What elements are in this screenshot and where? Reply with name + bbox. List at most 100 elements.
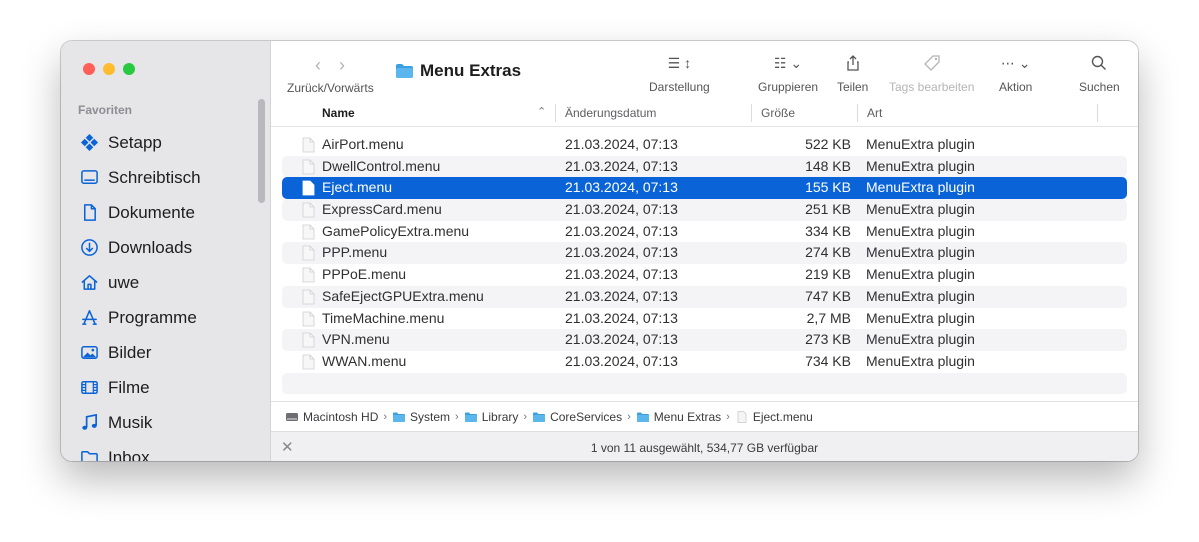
close-window-button[interactable] [83, 63, 95, 75]
disk-icon [285, 411, 303, 423]
home-icon [79, 273, 99, 293]
search-label: Suchen [1079, 80, 1120, 94]
column-divider[interactable] [857, 104, 858, 122]
grid-icon: ☷ ⌄ [773, 54, 803, 71]
sidebar-item-filme[interactable]: Filme [79, 370, 201, 405]
column-divider[interactable] [1097, 104, 1098, 122]
sidebar-item-programme[interactable]: Programme [79, 300, 201, 335]
file-row[interactable]: VPN.menu 21.03.2024, 07:13 273 KB MenuExtra… [282, 329, 1127, 351]
action-button[interactable]: ⋯ ⌄ Aktion [999, 51, 1033, 95]
tags-label: Tags bearbeiten [889, 80, 975, 94]
file-row[interactable]: Eject.menu 21.03.2024, 07:13 155 KB MenuExt… [282, 177, 1127, 200]
file-row[interactable]: GamePolicyExtra.menu 21.03.2024, 07:13 334… [282, 221, 1127, 243]
document-icon [79, 203, 99, 223]
file-size: 747 KB [805, 287, 851, 304]
file-icon [302, 224, 315, 240]
file-row[interactable]: WWAN.menu 21.03.2024, 07:13 734 KB MenuExtr… [282, 351, 1127, 373]
sidebar-item-inbox[interactable]: Inbox [79, 440, 201, 461]
path-item-label: CoreServices [550, 409, 623, 424]
folder-icon [636, 411, 654, 423]
file-kind: MenuExtra plugin [866, 266, 975, 283]
file-icon [302, 289, 315, 305]
sidebar-item-setapp[interactable]: Setapp [79, 125, 201, 160]
path-item[interactable]: System [392, 410, 450, 424]
sidebar-item-label: Bilder [108, 342, 152, 362]
sidebar-item-label: Filme [108, 377, 150, 397]
sort-ascending-icon[interactable]: ⌃ [537, 105, 546, 118]
path-bar: Macintosh HD › System › Library › CoreServices… [271, 401, 1138, 431]
sidebar-item-musik[interactable]: Musik [79, 405, 201, 440]
path-item-label: Eject.menu [752, 409, 813, 424]
path-item[interactable]: Library [464, 410, 518, 424]
file-row[interactable]: ExpressCard.menu 21.03.2024, 07:13 251 KB M… [282, 199, 1127, 221]
sidebar-item-label: Schreibtisch [108, 167, 201, 187]
sidebar-item-label: Downloads [108, 237, 193, 257]
share-icon [837, 51, 868, 75]
action-label: Aktion [999, 80, 1033, 94]
file-kind: MenuExtra plugin [866, 309, 975, 326]
path-item[interactable]: Eject.menu [735, 410, 813, 424]
main-pane: ‹ › Zurück/Vorwärts Menu Extras ☰ ↕ Dars… [271, 41, 1138, 461]
file-row[interactable]: SafeEjectGPUExtra.menu 21.03.2024, 07:13 7… [282, 285, 1127, 308]
file-kind: MenuExtra plugin [866, 136, 975, 152]
path-item-label: Macintosh HD [303, 409, 379, 424]
file-date: 21.03.2024, 07:13 [565, 222, 678, 239]
minimize-window-button[interactable] [103, 63, 115, 75]
file-icon [302, 332, 315, 348]
setapp-icon [79, 133, 99, 153]
column-divider[interactable] [555, 104, 556, 122]
column-name[interactable]: Name [322, 106, 355, 120]
file-row[interactable]: AirPort.menu 21.03.2024, 07:13 522 KB MenuE… [282, 134, 1127, 156]
finder-window: Favoriten Setapp Schreibtisch Dokumente Dow… [61, 41, 1138, 461]
music-icon [79, 413, 99, 433]
file-row[interactable]: DwellControl.menu 21.03.2024, 07:13 148 KB… [282, 155, 1127, 178]
sidebar-scrollbar[interactable] [258, 99, 265, 203]
file-size: 273 KB [805, 331, 851, 348]
film-icon [79, 378, 99, 398]
back-arrow-icon[interactable]: ‹ [315, 55, 321, 76]
photo-icon [79, 343, 99, 363]
file-kind: MenuExtra plugin [866, 352, 975, 369]
column-date[interactable]: Änderungsdatum [565, 106, 656, 120]
sidebar-section-header: Favoriten [78, 103, 133, 117]
column-header: Name ⌃ Änderungsdatum Größe Art [271, 100, 1138, 127]
group-button[interactable]: ☷ ⌄ Gruppieren [758, 51, 819, 95]
column-kind[interactable]: Art [867, 106, 882, 120]
path-item-label: Menu Extras [653, 409, 722, 424]
share-button[interactable]: Teilen [837, 51, 868, 94]
folder-icon [392, 411, 410, 423]
path-item[interactable]: CoreServices [532, 410, 622, 424]
apps-icon [79, 308, 99, 328]
file-name: Eject.menu [322, 179, 393, 196]
sidebar-item-label: uwe [108, 272, 140, 292]
file-kind: MenuExtra plugin [866, 244, 975, 261]
column-divider[interactable] [751, 104, 752, 122]
file-name: WWAN.menu [322, 352, 407, 369]
file-kind: MenuExtra plugin [866, 179, 975, 196]
group-label: Gruppieren [758, 80, 819, 94]
path-item[interactable]: Menu Extras [636, 410, 721, 424]
path-item[interactable]: Macintosh HD [285, 410, 378, 424]
file-date: 21.03.2024, 07:13 [565, 157, 678, 174]
toolbar: ‹ › Zurück/Vorwärts Menu Extras ☰ ↕ Dars… [271, 41, 1138, 99]
sidebar-item-label: Programme [108, 307, 197, 327]
sidebar-item-downloads[interactable]: Downloads [79, 230, 201, 265]
edit-tags-button[interactable]: Tags bearbeiten [889, 51, 974, 94]
sidebar-item-schreibtisch[interactable]: Schreibtisch [79, 160, 201, 195]
sidebar-item-uwe[interactable]: uwe [79, 265, 201, 300]
search-button[interactable]: Suchen [1079, 51, 1120, 94]
sidebar-item-bilder[interactable]: Bilder [79, 335, 201, 370]
forward-arrow-icon[interactable]: › [339, 55, 345, 76]
column-size[interactable]: Größe [761, 106, 795, 120]
window-controls [83, 63, 135, 75]
file-size: 734 KB [805, 352, 851, 369]
view-button[interactable]: ☰ ↕ Darstellung [649, 51, 710, 95]
file-row[interactable]: PPPoE.menu 21.03.2024, 07:13 219 KB MenuExt… [282, 264, 1127, 286]
zoom-window-button[interactable] [123, 63, 135, 75]
sidebar-item-dokumente[interactable]: Dokumente [79, 195, 201, 230]
view-label: Darstellung [649, 80, 710, 94]
file-name: TimeMachine.menu [322, 309, 445, 326]
file-row[interactable]: PPP.menu 21.03.2024, 07:13 274 KB MenuExtra… [282, 242, 1127, 265]
file-icon [302, 159, 315, 175]
file-row[interactable]: TimeMachine.menu 21.03.2024, 07:13 2,7 MB M… [282, 308, 1127, 330]
